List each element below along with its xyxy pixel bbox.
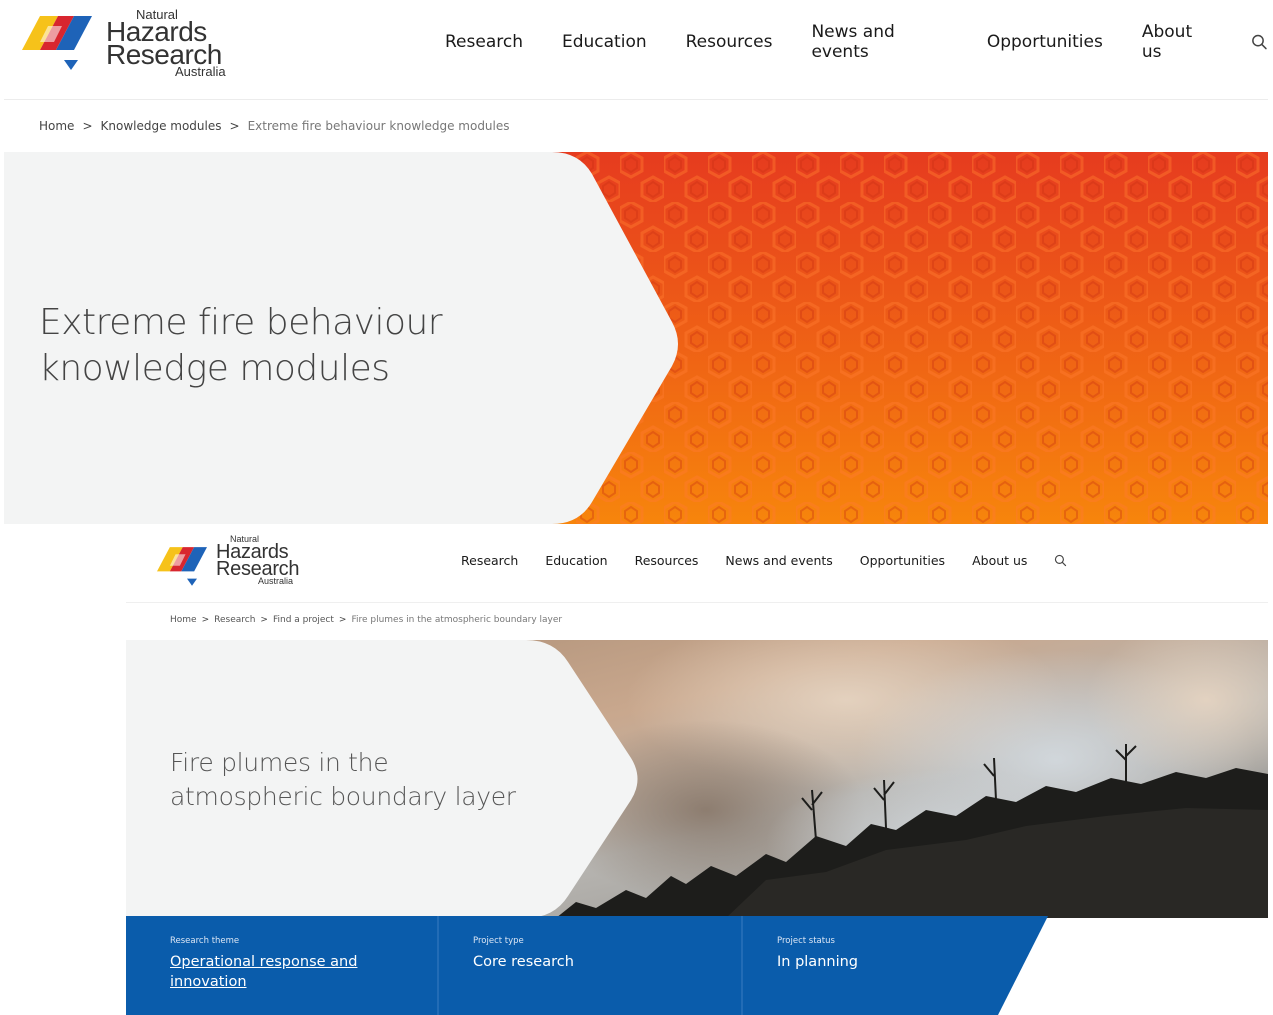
breadcrumb-home[interactable]: Home: [170, 615, 197, 625]
breadcrumb-separator: >: [338, 615, 347, 625]
breadcrumb-find-a-project[interactable]: Find a project: [273, 615, 334, 625]
page-title-line1: Fire plumes in the: [170, 748, 389, 777]
main-nav: Research Education Resources News and ev…: [461, 550, 1067, 570]
nav-resources[interactable]: Resources: [686, 32, 773, 52]
page-title-line2: atmospheric boundary layer: [170, 782, 516, 811]
project-status-label: Project status: [777, 936, 835, 946]
page-title-line2: knowledge modules: [39, 348, 390, 389]
nav-research[interactable]: Research: [445, 32, 523, 52]
hero-banner: Fire plumes in the atmospheric boundary …: [126, 640, 1268, 918]
breadcrumb: Home > Knowledge modules > Extreme fire beha…: [39, 119, 510, 133]
research-theme-line2: innovation: [170, 974, 247, 990]
breadcrumb-separator: >: [260, 615, 268, 625]
logo-australia-text: Australia: [175, 64, 226, 79]
breadcrumb-knowledge-modules[interactable]: Knowledge modules: [101, 119, 222, 133]
nav-research[interactable]: Research: [461, 553, 518, 568]
hero-banner: Extreme fire behaviour knowledge modules: [4, 152, 1268, 524]
nav-about-us[interactable]: About us: [972, 553, 1027, 568]
project-type-block: Project type Core research: [473, 916, 733, 1015]
nav-resources[interactable]: Resources: [635, 553, 699, 568]
page-title: Extreme fire behaviour knowledge modules: [39, 300, 443, 392]
page-title: Fire plumes in the atmospheric boundary …: [170, 746, 516, 814]
logo-mark-icon: [22, 16, 92, 70]
breadcrumb-current: Extreme fire behaviour knowledge modules: [247, 119, 510, 133]
logo-mark-icon: [157, 547, 207, 586]
project-status-block: Project status In planning: [777, 916, 997, 1015]
nav-opportunities[interactable]: Opportunities: [860, 553, 945, 568]
page-screenshot-knowledge-modules: Natural Hazards Research Australia Resea…: [0, 0, 1273, 534]
breadcrumb-separator: >: [201, 615, 210, 625]
project-type-value: Core research: [473, 954, 574, 970]
nav-education[interactable]: Education: [545, 553, 607, 568]
nav-about-us[interactable]: About us: [1142, 22, 1212, 62]
breadcrumb-current: Fire plumes in the atmospheric boundary …: [351, 615, 563, 625]
breadcrumb-separator: >: [229, 119, 240, 133]
project-meta-bar: Research theme Operational response and i…: [126, 916, 1268, 1015]
site-header: Natural Hazards Research Australia Resea…: [4, 0, 1268, 100]
nav-opportunities[interactable]: Opportunities: [987, 32, 1103, 52]
project-status-value: In planning: [777, 954, 858, 970]
research-theme-line1: Operational response and: [170, 954, 358, 970]
nav-education[interactable]: Education: [562, 32, 647, 52]
breadcrumb: Home > Research > Find a project > Fire plumes…: [170, 615, 562, 625]
project-type-label: Project type: [473, 936, 524, 946]
page-title-line1: Extreme fire behaviour: [39, 302, 443, 343]
research-theme-label: Research theme: [170, 936, 240, 946]
site-logo[interactable]: Natural Hazards Research Australia: [154, 534, 304, 594]
breadcrumb-home[interactable]: Home: [39, 119, 74, 133]
breadcrumb-research[interactable]: Research: [214, 615, 255, 625]
page-screenshot-project: Natural Hazards Research Australia Resea…: [126, 526, 1268, 1015]
main-nav: Research Education Resources News and ev…: [445, 22, 1268, 62]
nav-news-and-events[interactable]: News and events: [725, 553, 832, 568]
breadcrumb-separator: >: [82, 119, 93, 133]
research-theme-link[interactable]: Operational response and innovation: [170, 952, 430, 992]
logo-australia-text: Australia: [258, 576, 294, 586]
search-icon[interactable]: [1251, 33, 1268, 51]
site-logo[interactable]: Natural Hazards Research Australia: [18, 6, 228, 80]
search-icon[interactable]: [1054, 554, 1067, 567]
research-theme-block: Research theme Operational response and i…: [170, 916, 430, 1015]
site-header: Natural Hazards Research Australia Resea…: [126, 526, 1268, 603]
nav-news-and-events[interactable]: News and events: [811, 22, 947, 62]
